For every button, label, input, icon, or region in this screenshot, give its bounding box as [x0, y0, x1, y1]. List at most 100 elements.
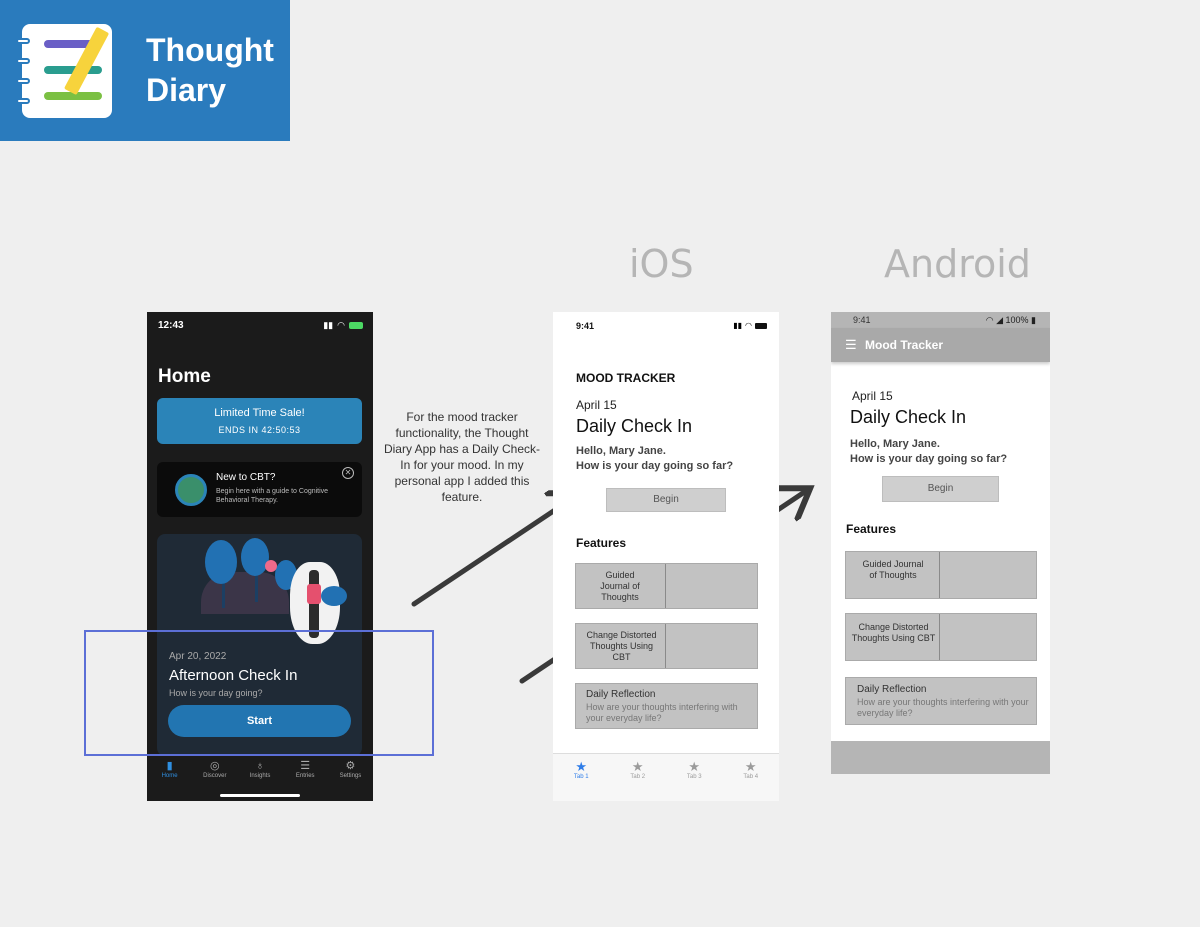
- status-icons: ◠ ◢ 100% ▮: [986, 315, 1036, 326]
- leaf-illustration: [321, 586, 347, 606]
- tree-illustration: [241, 538, 269, 576]
- annotation-text: For the mood tracker functionality, the …: [383, 410, 541, 504]
- globe-icon: [175, 474, 207, 506]
- tab-home[interactable]: ▮ Home: [147, 759, 192, 791]
- sale-title: Limited Time Sale!: [214, 407, 305, 419]
- signal-icon: ◢: [996, 315, 1003, 325]
- tab-label: Tab 1: [573, 774, 589, 780]
- home-indicator: [220, 794, 300, 797]
- ios-wireframe: 9:41 ▮▮ ◠ MOOD TRACKER April 15 Daily Ch…: [553, 312, 779, 801]
- ios-tab-bar: ★ Tab 1 ★ Tab 2 ★ Tab 3 ★ Tab 4: [553, 753, 779, 801]
- person-illustration: [309, 570, 319, 638]
- wifi-icon: ◠: [985, 315, 994, 325]
- gear-icon: ⚙: [345, 760, 356, 772]
- feature-card-journal[interactable]: Guided Journal of Thoughts: [575, 563, 758, 609]
- status-bar: 9:41 ◠ ◢ 100% ▮: [831, 312, 1050, 328]
- feature-card-journal[interactable]: Guided Journal of Thoughts: [845, 551, 1037, 599]
- cbt-banner[interactable]: New to CBT? Begin here with a guide to C…: [157, 462, 362, 517]
- features-heading: Features: [576, 536, 627, 550]
- battery-icon: [349, 322, 363, 329]
- check-in-heading: Daily Check In: [576, 416, 693, 436]
- status-time: 9:41: [576, 321, 595, 331]
- tab-1[interactable]: ★ Tab 1: [553, 754, 610, 801]
- feature-card-reflection[interactable]: Daily Reflection How are your thoughts i…: [845, 677, 1037, 725]
- feature-card-title: Daily Reflection: [586, 689, 656, 700]
- feature-card-reflection[interactable]: Daily Reflection How are your thoughts i…: [575, 683, 758, 729]
- logo-line-1: Thought: [146, 32, 274, 68]
- tab-4[interactable]: ★ Tab 4: [723, 754, 780, 801]
- feature-card-subtitle: How are your thoughts interfering with y…: [857, 697, 1029, 718]
- tab-label: Tab 3: [686, 774, 702, 780]
- status-icons: ▮▮ ◠: [323, 320, 363, 331]
- sale-banner[interactable]: Limited Time Sale! ENDS IN 42:50:53: [157, 398, 362, 444]
- battery-icon: [755, 322, 767, 329]
- logo-text: Thought Diary: [146, 30, 274, 110]
- tree-illustration: [205, 540, 237, 584]
- balloon-illustration: [265, 560, 277, 572]
- tab-label: Settings: [339, 773, 362, 779]
- highlight-annotation-box: [84, 630, 434, 756]
- android-heading: Android: [884, 242, 1031, 286]
- battery-icon: ▮: [1031, 315, 1036, 325]
- wifi-icon: ◠: [337, 320, 345, 330]
- tab-2[interactable]: ★ Tab 2: [610, 754, 667, 801]
- lightbulb-icon: ♁: [255, 760, 265, 772]
- person-shirt: [307, 584, 321, 604]
- cbt-title: New to CBT?: [216, 472, 276, 483]
- feature-card-label: Guided Journal of Thoughts: [600, 570, 640, 602]
- section-title: MOOD TRACKER: [576, 371, 676, 385]
- list-icon: ☰: [300, 760, 311, 772]
- star-icon: ★: [575, 759, 588, 774]
- page-title: Home: [158, 366, 211, 387]
- greeting-name: Hello, Mary Jane.: [850, 438, 940, 450]
- app-logo: Thought Diary: [0, 0, 290, 141]
- greeting: Hello, Mary Jane. How is your day going …: [576, 444, 733, 474]
- feature-card-label: Guided Journal of Thoughts: [862, 559, 924, 580]
- app-bar-title: Mood Tracker: [865, 338, 944, 352]
- tab-label: Entries: [295, 773, 315, 779]
- app-bar: ☰ Mood Tracker: [831, 328, 1050, 362]
- sale-countdown: ENDS IN 42:50:53: [218, 425, 301, 435]
- bottom-bar: [831, 741, 1050, 774]
- signal-icon: ▮▮: [323, 320, 334, 330]
- logo-line-2: Diary: [146, 72, 227, 108]
- tab-label: Discover: [203, 773, 227, 779]
- status-icons: ▮▮ ◠: [733, 321, 767, 330]
- tab-3[interactable]: ★ Tab 3: [666, 754, 723, 801]
- feature-card-label: Change Distorted Thoughts Using CBT: [851, 622, 936, 643]
- status-time: 12:43: [158, 320, 184, 331]
- status-time: 9:41: [853, 315, 871, 325]
- bottom-tab-bar: ▮ Home ◎ Discover ♁ Insights ☰ Entries ⚙ Sett…: [147, 759, 373, 791]
- close-icon[interactable]: ✕: [342, 467, 354, 479]
- tab-label: Tab 4: [743, 774, 759, 780]
- star-icon: ★: [631, 759, 644, 774]
- arrow-to-ios: [411, 496, 576, 607]
- ios-heading: iOS: [629, 242, 694, 286]
- features-heading: Features: [846, 522, 897, 536]
- greeting-name: Hello, Mary Jane.: [576, 445, 666, 457]
- begin-button[interactable]: Begin: [882, 476, 999, 502]
- book-icon: ▮: [166, 760, 173, 772]
- check-in-heading: Daily Check In: [850, 407, 967, 427]
- check-in-date: April 15: [576, 398, 617, 412]
- tab-discover[interactable]: ◎ Discover: [192, 759, 237, 791]
- signal-icon: ▮▮: [733, 321, 743, 330]
- cbt-subtitle: Begin here with a guide to Cognitive Beh…: [216, 488, 329, 504]
- wifi-icon: ◠: [745, 321, 752, 330]
- android-wireframe: 9:41 ◠ ◢ 100% ▮ ☰ Mood Tracker April 15 …: [831, 312, 1050, 774]
- tab-entries[interactable]: ☰ Entries: [283, 759, 328, 791]
- star-icon: ★: [688, 759, 701, 774]
- menu-icon[interactable]: ☰: [845, 338, 857, 351]
- tab-insights[interactable]: ♁ Insights: [237, 759, 282, 791]
- tab-label: Insights: [249, 773, 271, 779]
- begin-button[interactable]: Begin: [606, 488, 726, 512]
- feature-card-title: Daily Reflection: [857, 684, 927, 695]
- battery-percent: 100%: [1005, 315, 1029, 325]
- greeting: Hello, Mary Jane. How is your day going …: [850, 437, 1007, 467]
- feature-card-cbt[interactable]: Change Distorted Thoughts Using CBT: [845, 613, 1037, 661]
- tab-settings[interactable]: ⚙ Settings: [328, 759, 373, 791]
- tab-label: Tab 2: [630, 774, 646, 780]
- star-icon: ★: [744, 759, 757, 774]
- feature-card-label: Change Distorted Thoughts Using CBT: [586, 630, 657, 662]
- feature-card-cbt[interactable]: Change Distorted Thoughts Using CBT: [575, 623, 758, 669]
